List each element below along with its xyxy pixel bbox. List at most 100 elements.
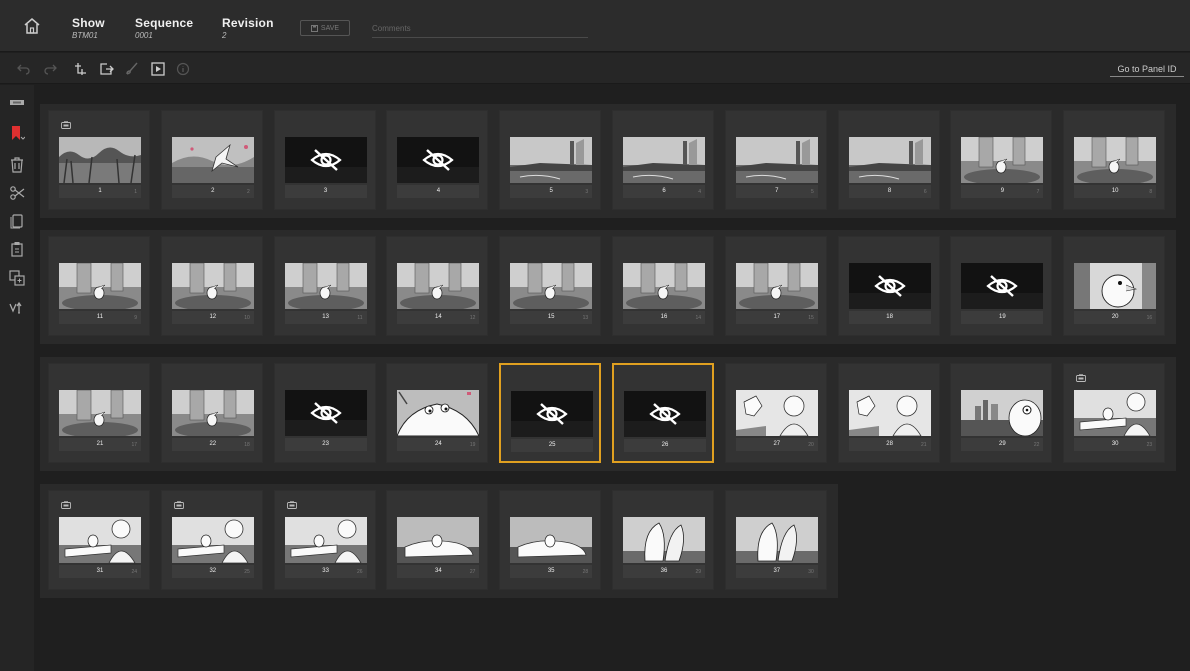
storyboard-panel[interactable]: 27 20 [724,363,827,463]
storyboard-panel[interactable]: 35 28 [499,490,602,590]
panel-number: 8 [887,188,892,194]
storyboard-panel[interactable]: 17 15 [724,236,827,336]
storyboard-panel[interactable]: 10 8 [1063,110,1166,210]
panel-thumbnail [1074,263,1157,309]
panel-sub-number: 28 [582,569,589,575]
undo-icon[interactable] [16,61,32,77]
panel-thumbnail [735,263,818,309]
storyboard-panel[interactable]: 31 24 [48,490,150,590]
export-icon[interactable] [98,61,114,77]
panel-number-bar: 75 [735,185,818,198]
storyboard-panel[interactable]: 33 26 [273,490,376,590]
panel-thumbnail [961,263,1044,309]
storyboard-panel[interactable]: 29 22 [950,363,1053,463]
storyboard-panel[interactable]: 11 9 [48,236,150,336]
comments-input[interactable] [372,20,588,38]
storyboard-panel[interactable]: 4 [386,110,489,210]
panel-number: 37 [773,568,781,574]
storyboard-panel[interactable]: 18 [837,236,940,336]
panel-number-bar: 3 [284,185,367,198]
panel-sub-number: 20 [808,442,814,448]
panel-number-bar: 11 [59,185,141,198]
panel-number: 10 [1111,188,1119,194]
panel-sub-number: 7 [1036,189,1040,195]
play-icon[interactable] [150,61,166,77]
panel-number: 12 [209,314,217,320]
storyboard-panel[interactable]: 3 [273,110,376,210]
duplicate-icon[interactable] [9,270,25,286]
save-label: SAVE [320,24,340,32]
panel-sub-number: 6 [923,189,927,195]
panel-sub-number: 17 [131,442,137,448]
storyboard-panel[interactable]: 53 [499,110,602,210]
storyboard-panel[interactable]: 24 19 [386,363,489,463]
storyboard-panel[interactable]: 75 [724,110,827,210]
storyboard-panel[interactable]: 16 14 [612,236,714,336]
trash-icon[interactable] [9,157,25,173]
panel-number-bar: 28 21 [848,438,931,451]
storyboard-panel[interactable]: 22 [160,110,263,210]
storyboard-panel[interactable]: 97 [950,110,1053,210]
storyboard-panel[interactable]: 26 [612,363,714,463]
storyboard-panel[interactable]: 36 29 [612,490,714,590]
paste-icon[interactable] [9,241,25,257]
import-panel-icon[interactable] [72,61,88,77]
revision-value: 2 [222,31,227,40]
panel-sub-number: 30 [808,569,814,575]
brush-icon[interactable] [124,61,140,77]
version-icon[interactable] [9,299,25,315]
storyboard-panel[interactable]: 22 18 [160,363,263,463]
panel-number-bar: 18 [848,311,931,324]
panel-number-bar: 10 8 [1074,185,1157,198]
panel-thumbnail [623,137,705,183]
panel-number: 16 [660,314,668,320]
panel-number: 13 [322,314,329,320]
storyboard-panel[interactable]: 14 12 [386,236,489,336]
storyboard-panel[interactable]: 86 [837,110,940,210]
panel-thumbnail [510,137,593,183]
storyboard-panel[interactable]: 64 [612,110,714,210]
panel-thumbnail [284,517,367,563]
storyboard-panel[interactable]: 30 23 [1063,363,1166,463]
panel-thumbnail [1074,137,1157,183]
save-button[interactable]: SAVE [300,20,350,36]
storyboard-panel[interactable]: 13 11 [273,236,376,336]
info-icon[interactable] [175,61,191,77]
panel-sub-number: 12 [469,315,476,321]
panel-number-bar: 12 10 [171,311,254,324]
show-field: Show BTM01 [72,16,105,40]
panel-sub-number: 11 [357,315,363,321]
scissors-icon[interactable] [9,185,25,201]
panel-number: 32 [209,568,217,574]
panel-sub-number: 21 [921,442,927,448]
storyboard-panel[interactable]: 37 30 [724,490,827,590]
new-panel-icon[interactable] [9,95,25,111]
storyboard-panel[interactable]: 11 [48,110,150,210]
copy-icon[interactable] [9,213,25,229]
storyboard-panel[interactable]: 25 [499,363,602,463]
home-icon[interactable] [22,16,42,36]
panel-number-bar: 20 16 [1074,311,1157,324]
panel-number-bar: 53 [510,185,593,198]
header-bar: Show BTM01 Sequence 0001 Revision 2 SAVE [0,0,1190,52]
camera-icon [61,501,71,509]
go-to-panel-id-button[interactable]: Go to Panel ID [1110,61,1184,77]
storyboard-panel[interactable]: 12 10 [160,236,263,336]
panel-thumbnail [59,390,141,436]
bookmark-icon[interactable] [9,125,25,141]
storyboard-panel[interactable]: 28 21 [837,363,940,463]
panel-sub-number: 16 [1146,315,1153,321]
panel-sub-number: 23 [1146,442,1153,448]
panel-number: 6 [662,188,666,194]
storyboard-panel[interactable]: 19 [950,236,1053,336]
panel-number: 26 [661,442,669,448]
storyboard-panel[interactable]: 21 17 [48,363,150,463]
redo-icon[interactable] [42,61,58,77]
storyboard-panel[interactable]: 34 27 [386,490,489,590]
panel-sub-number: 25 [244,569,250,575]
storyboard-panel[interactable]: 20 16 [1063,236,1166,336]
panel-thumbnail [397,390,480,436]
storyboard-panel[interactable]: 15 13 [499,236,602,336]
storyboard-panel[interactable]: 23 [273,363,376,463]
storyboard-panel[interactable]: 32 25 [160,490,263,590]
